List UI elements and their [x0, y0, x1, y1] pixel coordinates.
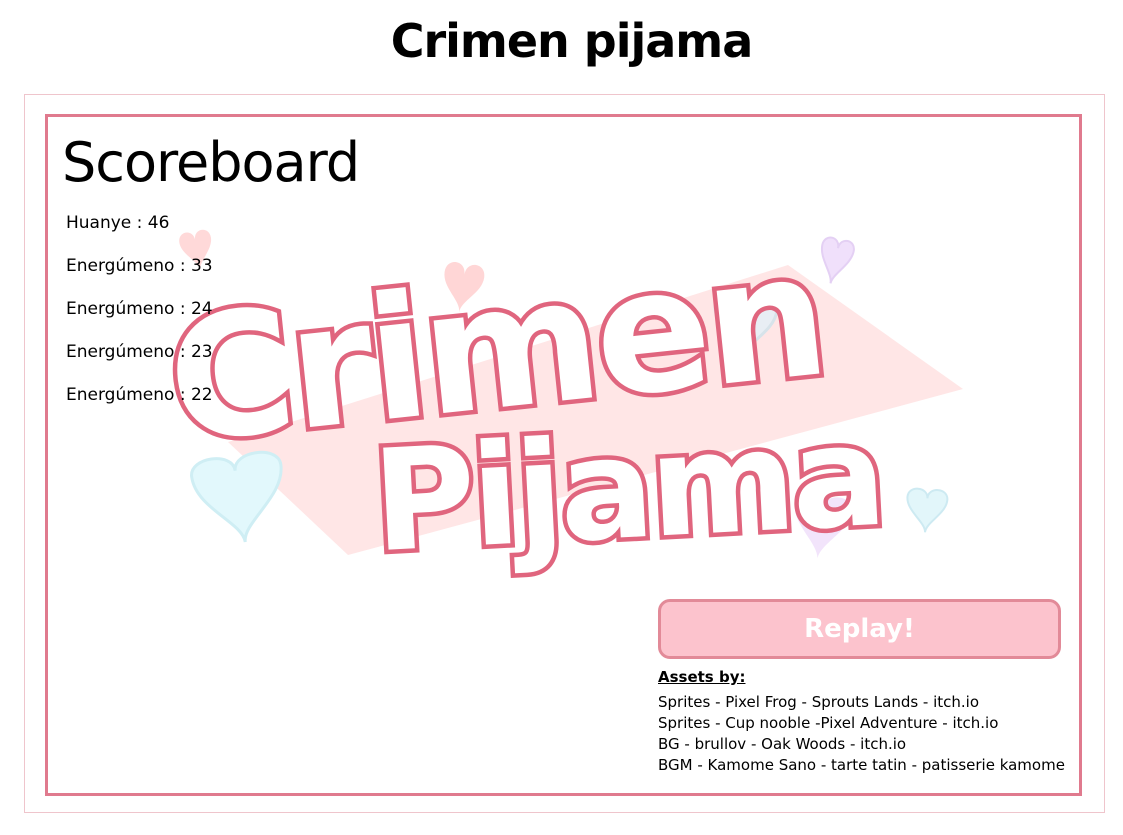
score-entry: Energúmeno : 33 [66, 256, 213, 276]
heart-icon [906, 487, 949, 533]
credit-line: Sprites - Pixel Frog - Sprouts Lands - i… [658, 693, 980, 711]
score-entry: Energúmeno : 23 [66, 342, 213, 362]
credits-heading: Assets by: [658, 668, 746, 686]
asset-credits: Assets by: Sprites - Pixel Frog - Sprout… [658, 667, 1065, 776]
score-entry: Energúmeno : 22 [66, 385, 213, 405]
scoreboard-list: Huanye : 46 Energúmeno : 33 Energúmeno :… [66, 213, 213, 428]
credit-line: BG - brullov - Oak Woods - itch.io [658, 735, 907, 753]
game-canvas[interactable]: Crimen Pijama Scoreboard Huanye : 46 Ene… [45, 114, 1082, 796]
credit-line: Sprites - Cup nooble -Pixel Adventure - … [658, 714, 999, 732]
score-entry: Huanye : 46 [66, 213, 170, 233]
replay-button[interactable]: Replay! [658, 599, 1061, 659]
heart-icon [820, 236, 855, 284]
credit-line: BGM - Kamome Sano - tarte tatin - patiss… [658, 756, 1065, 774]
score-entry: Energúmeno : 24 [66, 299, 213, 319]
logo-word-2: Pijama [369, 395, 886, 584]
page-title: Crimen pijama [390, 14, 754, 68]
scoreboard-title: Scoreboard [62, 131, 360, 194]
